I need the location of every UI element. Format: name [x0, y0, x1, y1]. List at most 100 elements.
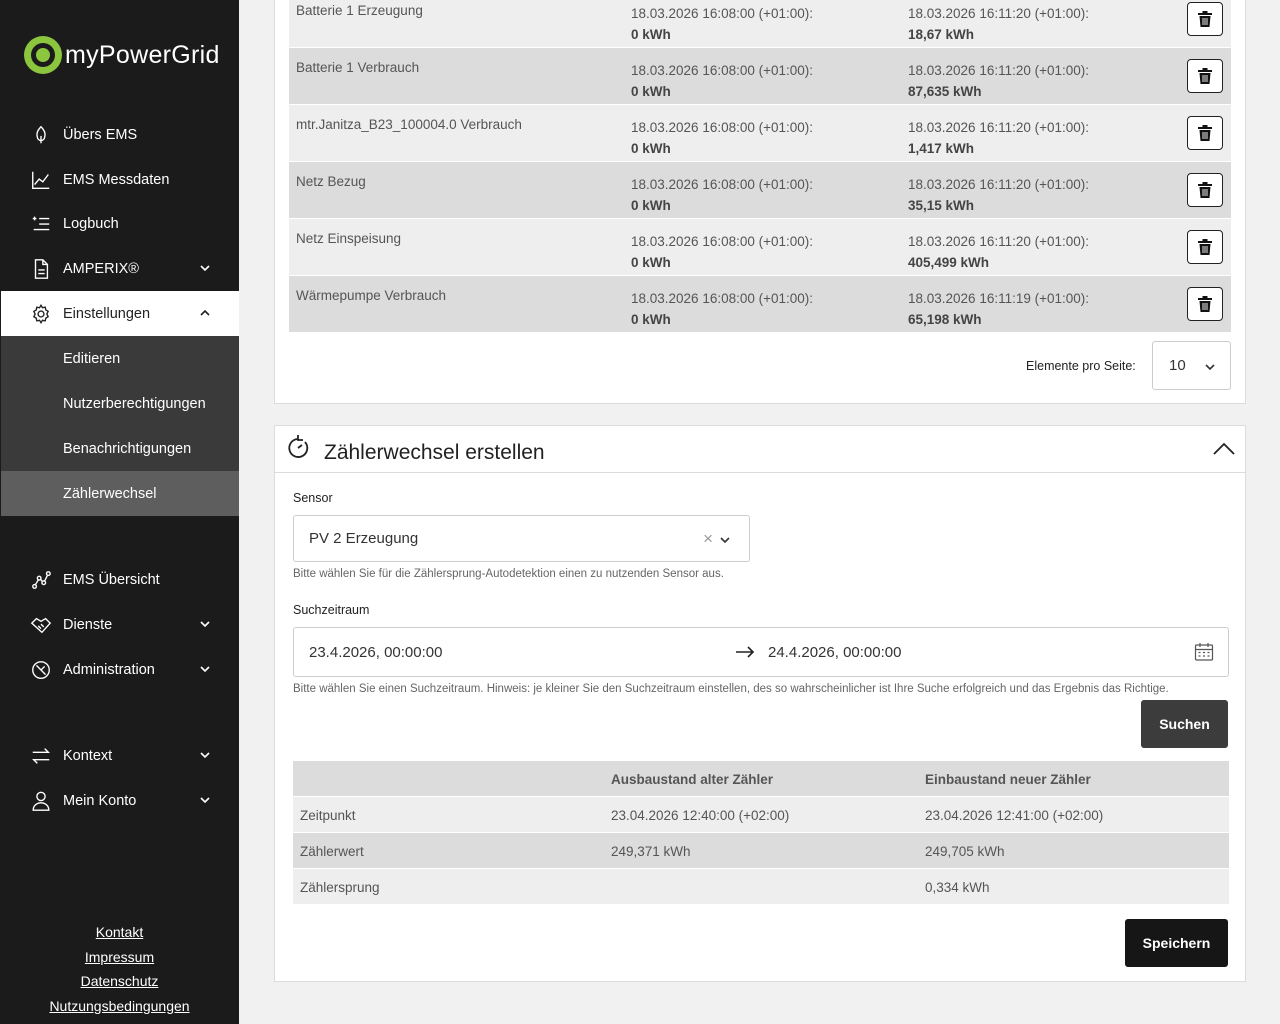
footer-link-kontakt[interactable]: Kontakt: [0, 920, 239, 945]
old-meter-value: 23.04.2026 12:40:00 (+02:00): [611, 808, 790, 823]
trash-icon: [1198, 296, 1212, 312]
sensor-label: Sensor: [293, 491, 333, 505]
meter-name: Batterie 1 Erzeugung: [296, 3, 423, 18]
nav-item-ueber-ems[interactable]: Übers EMS: [1, 112, 239, 157]
nav-item-label: Mein Konto: [63, 792, 137, 809]
subnav-item-nutzerberechtigungen[interactable]: Nutzerberechtigungen: [1, 381, 239, 426]
arrow-right-icon: [734, 641, 756, 663]
brand-logo[interactable]: myPowerGrid: [24, 36, 220, 74]
column-header: Ausbaustand alter Zähler: [611, 772, 774, 787]
meter-end: 18.03.2026 16:11:20 (+01:00): 35,15 kWh: [908, 177, 1090, 213]
range-end-input[interactable]: 24.4.2026, 00:00:00: [768, 644, 901, 661]
sidebar: myPowerGrid Übers EMS EMS Messdaten Logb…: [0, 0, 239, 1024]
meter-start: 18.03.2026 16:08:00 (+01:00): 0 kWh: [631, 6, 814, 42]
panel-header: Zählerwechsel erstellen: [275, 426, 1245, 473]
chevron-up-icon: [199, 307, 211, 319]
meter-end: 18.03.2026 16:11:20 (+01:00): 1,417 kWh: [908, 120, 1090, 156]
search-button[interactable]: Suchen: [1141, 700, 1228, 748]
nav-item-logbuch[interactable]: Logbuch: [1, 201, 239, 246]
collapse-chevron-icon[interactable]: [1211, 436, 1237, 462]
nav-item-einstellungen[interactable]: Einstellungen: [1, 291, 239, 336]
column-header: Einbaustand neuer Zähler: [925, 772, 1091, 787]
meter-table: Batterie 1 Erzeugung 18.03.2026 16:08:00…: [289, 0, 1231, 333]
sensor-select[interactable]: PV 2 Erzeugung ×: [293, 515, 750, 562]
meter-start: 18.03.2026 16:08:00 (+01:00): 0 kWh: [631, 63, 814, 99]
delete-button[interactable]: [1187, 2, 1223, 36]
chevron-down-icon: [199, 749, 211, 761]
delete-button[interactable]: [1187, 116, 1223, 150]
table-row: Batterie 1 Verbrauch 18.03.2026 16:08:00…: [289, 48, 1231, 105]
meter-end: 18.03.2026 16:11:20 (+01:00): 18,67 kWh: [908, 6, 1090, 42]
old-meter-value: 249,371 kWh: [611, 844, 691, 859]
result-table: Ausbaustand alter Zähler Einbaustand neu…: [293, 761, 1229, 905]
chevron-down-icon: [199, 262, 211, 274]
chevron-down-icon: [199, 794, 211, 806]
nav-item-kontext[interactable]: Kontext: [1, 733, 239, 778]
list-add-icon: [29, 212, 53, 236]
nav-item-label: EMS Übersicht: [63, 571, 160, 588]
calendar-icon[interactable]: [1194, 642, 1214, 662]
table-row: Zählersprung 0,334 kWh: [293, 869, 1229, 905]
nav-item-label: Logbuch: [63, 215, 119, 232]
subnav-item-zaehlerwechsel[interactable]: Zählerwechsel: [1, 471, 239, 516]
document-icon: [29, 257, 53, 281]
footer-link-impressum[interactable]: Impressum: [0, 945, 239, 970]
trash-icon: [1198, 182, 1212, 198]
meter-name: Wärmepumpe Verbrauch: [296, 288, 447, 303]
table-row: Wärmepumpe Verbrauch 18.03.2026 16:08:00…: [289, 276, 1231, 333]
table-header-row: Ausbaustand alter Zähler Einbaustand neu…: [293, 761, 1229, 797]
nav-item-label: Kontext: [63, 747, 113, 764]
nav-item-ems-messdaten[interactable]: EMS Messdaten: [1, 157, 239, 202]
range-hint: Bitte wählen Sie einen Suchzeitraum. Hin…: [293, 683, 1169, 695]
meter-end: 18.03.2026 16:11:19 (+01:00): 65,198 kWh: [908, 291, 1090, 327]
refresh-gauge-icon: [285, 434, 311, 462]
nav-item-administration[interactable]: Administration: [1, 647, 239, 692]
meter-change-panel: Zählerwechsel erstellen Sensor PV 2 Erze…: [274, 425, 1246, 982]
meter-name: Netz Einspeisung: [296, 231, 402, 246]
footer-link-nutzungsbedingungen[interactable]: Nutzungsbedingungen: [0, 994, 239, 1019]
meter-list-panel: Batterie 1 Erzeugung 18.03.2026 16:08:00…: [274, 0, 1246, 404]
date-range-picker[interactable]: 23.4.2026, 00:00:00 24.4.2026, 00:00:00: [293, 627, 1229, 677]
nav-item-label: Einstellungen: [63, 305, 151, 322]
new-meter-value: 0,334 kWh: [925, 880, 990, 895]
brand-name: myPowerGrid: [65, 40, 220, 69]
meter-name: mtr.Janitza_B23_100004.0 Verbrauch: [296, 117, 522, 132]
clear-icon[interactable]: ×: [703, 529, 713, 549]
row-label: Zählerwert: [300, 844, 364, 859]
brand-logo-icon: [24, 36, 62, 74]
delete-button[interactable]: [1187, 230, 1223, 264]
nav-item-label: AMPERIX®: [63, 260, 139, 277]
table-row: Zeitpunkt 23.04.2026 12:40:00 (+02:00) 2…: [293, 797, 1229, 833]
row-label: Zeitpunkt: [300, 808, 356, 823]
table-row: mtr.Janitza_B23_100004.0 Verbrauch 18.03…: [289, 105, 1231, 162]
new-meter-value: 249,705 kWh: [925, 844, 1005, 859]
table-row: Zählerwert 249,371 kWh 249,705 kWh: [293, 833, 1229, 869]
save-button[interactable]: Speichern: [1125, 919, 1228, 967]
graph-nodes-icon: [29, 568, 53, 592]
meter-start: 18.03.2026 16:08:00 (+01:00): 0 kWh: [631, 120, 814, 156]
sensor-hint: Bitte wählen Sie für die Zählersprung-Au…: [293, 568, 724, 580]
delete-button[interactable]: [1187, 287, 1223, 321]
nav-item-label: EMS Messdaten: [63, 171, 170, 188]
delete-button[interactable]: [1187, 59, 1223, 93]
trash-icon: [1198, 239, 1212, 255]
subnav-item-benachrichtigungen[interactable]: Benachrichtigungen: [1, 426, 239, 471]
nav-item-label: Dienste: [63, 616, 113, 633]
nav-item-mein-konto[interactable]: Mein Konto: [1, 778, 239, 823]
meter-name: Batterie 1 Verbrauch: [296, 60, 420, 75]
page-size-label: Elemente pro Seite:: [1026, 359, 1136, 373]
nav-item-amperix[interactable]: AMPERIX®: [1, 246, 239, 291]
subnav-item-editieren[interactable]: Editieren: [1, 336, 239, 381]
table-row: Netz Bezug 18.03.2026 16:08:00 (+01:00):…: [289, 162, 1231, 219]
page-size-select[interactable]: 10: [1152, 341, 1231, 390]
meter-end: 18.03.2026 16:11:20 (+01:00): 405,499 kWh: [908, 234, 1090, 270]
nav-item-ems-uebersicht[interactable]: EMS Übersicht: [1, 557, 239, 602]
footer-link-datenschutz[interactable]: Datenschutz: [0, 969, 239, 994]
row-label: Zählersprung: [300, 880, 380, 895]
delete-button[interactable]: [1187, 173, 1223, 207]
nav-item-dienste[interactable]: Dienste: [1, 602, 239, 647]
table-row: Batterie 1 Erzeugung 18.03.2026 16:08:00…: [289, 0, 1231, 48]
footer-links: Kontakt Impressum Datenschutz Nutzungsbe…: [0, 920, 239, 1018]
range-start-input[interactable]: 23.4.2026, 00:00:00: [309, 644, 442, 661]
user-icon: [29, 789, 53, 813]
